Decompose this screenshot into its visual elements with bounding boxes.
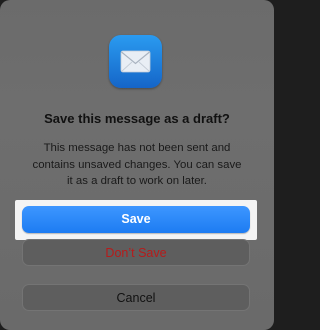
dialog-message-line: contains unsaved changes. You can save: [32, 158, 242, 171]
dialog-message: This message has not been sent and conta…: [18, 140, 256, 190]
cancel-button[interactable]: Cancel: [22, 284, 250, 311]
save-button[interactable]: Save: [22, 206, 250, 233]
dont-save-button[interactable]: Don’t Save: [22, 239, 250, 266]
mail-app-icon: [109, 35, 162, 88]
save-draft-dialog: Save this message as a draft? This messa…: [0, 0, 274, 330]
dialog-message-line: This message has not been sent and: [43, 142, 231, 154]
dialog-message-line: it as a draft to work on later.: [67, 175, 207, 187]
dialog-title: Save this message as a draft?: [44, 111, 230, 126]
envelope-icon: [120, 50, 151, 73]
